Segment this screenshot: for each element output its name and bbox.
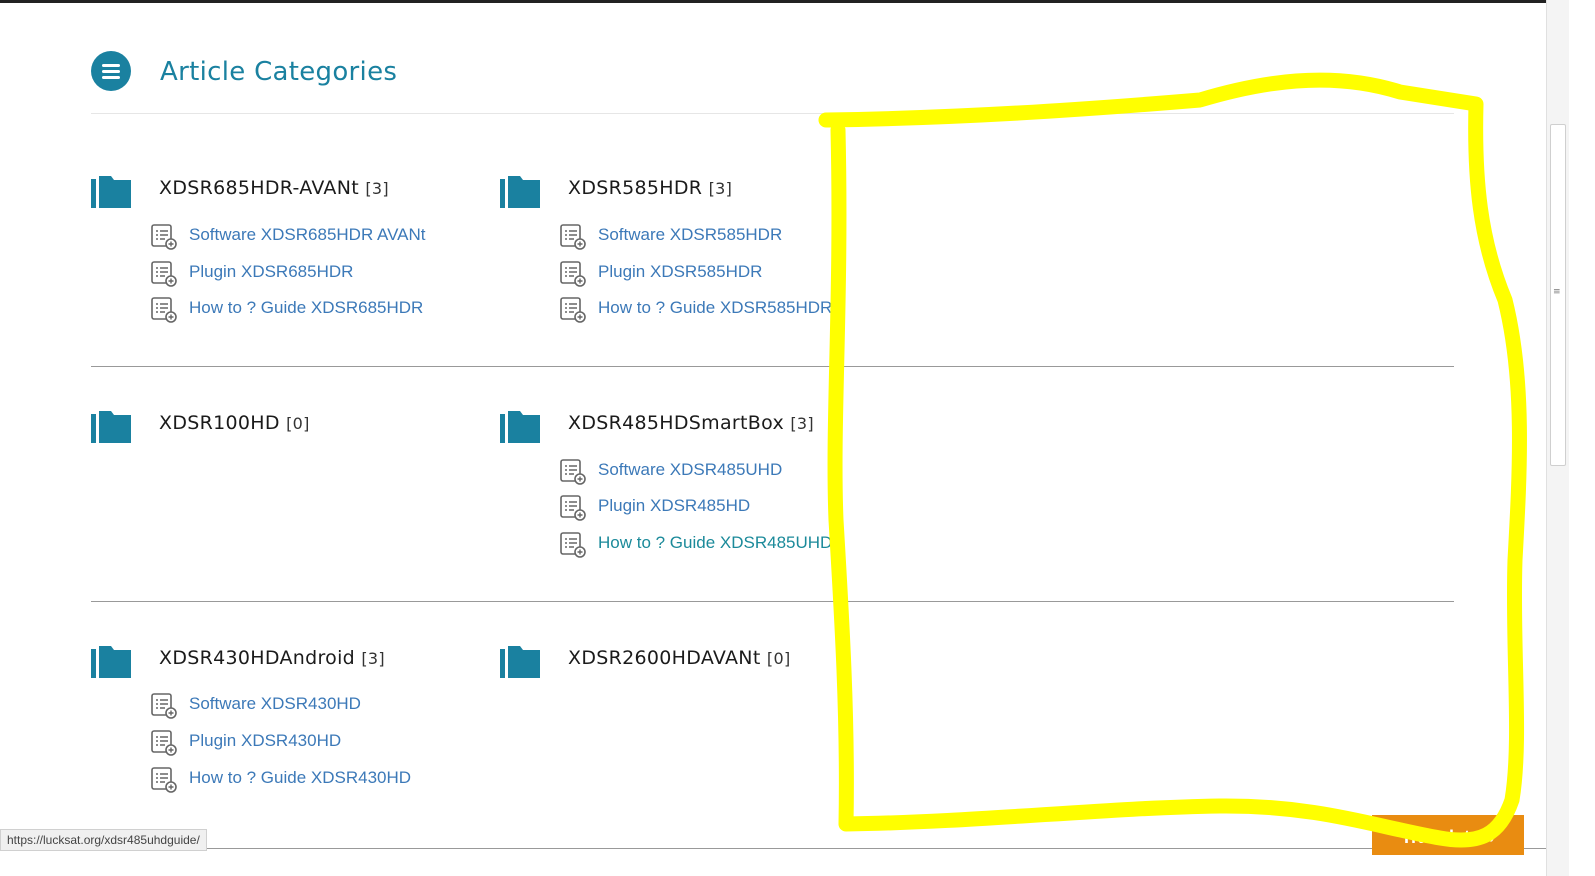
article-link[interactable]: Plugin XDSR585HDR <box>598 262 762 282</box>
article-list-icon <box>560 495 586 521</box>
folder-icon <box>500 176 540 208</box>
folder-icon <box>91 646 131 678</box>
category-title[interactable]: XDSR685HDR-AVANt [3] <box>159 177 389 199</box>
article-link[interactable]: How to ? Guide XDSR685HDR <box>189 298 423 318</box>
article-list-icon <box>151 767 177 793</box>
article-list-icon <box>151 297 177 323</box>
translate-button[interactable]: Translate » <box>1372 815 1524 855</box>
header-divider <box>91 113 1454 114</box>
bottom-divider <box>0 848 1546 849</box>
category-title[interactable]: XDSR585HDR [3] <box>568 177 732 199</box>
article-link[interactable]: Software XDSR430HD <box>189 694 361 714</box>
article-list-icon <box>560 261 586 287</box>
top-border <box>0 0 1546 3</box>
article-link[interactable]: How to ? Guide XDSR485UHD <box>598 533 832 553</box>
article-link[interactable]: How to ? Guide XDSR430HD <box>189 768 411 788</box>
folder-icon <box>91 176 131 208</box>
article-list-icon <box>151 730 177 756</box>
row-divider <box>91 366 1454 367</box>
article-link[interactable]: How to ? Guide XDSR585HDR <box>598 298 832 318</box>
article-list-icon <box>560 297 586 323</box>
folder-icon <box>500 646 540 678</box>
category-title[interactable]: XDSR2600HDAVANt [0] <box>568 647 791 669</box>
grip-icon: ≡ <box>1553 287 1561 297</box>
article-list-icon <box>151 224 177 250</box>
article-link[interactable]: Software XDSR685HDR AVANt <box>189 225 426 245</box>
status-url: https://lucksat.org/xdsr485uhdguide/ <box>0 829 207 851</box>
article-list-icon <box>560 459 586 485</box>
article-link[interactable]: Plugin XDSR485HD <box>598 496 750 516</box>
page-title: Article Categories <box>160 57 398 87</box>
article-link[interactable]: Plugin XDSR685HDR <box>189 262 353 282</box>
category-title[interactable]: XDSR430HDAndroid [3] <box>159 647 385 669</box>
article-link[interactable]: Plugin XDSR430HD <box>189 731 341 751</box>
article-list-icon <box>560 224 586 250</box>
menu-icon <box>91 51 131 91</box>
article-list-icon <box>151 261 177 287</box>
folder-icon <box>500 411 540 443</box>
article-link[interactable]: Software XDSR485UHD <box>598 460 782 480</box>
article-link[interactable]: Software XDSR585HDR <box>598 225 782 245</box>
article-list-icon <box>560 532 586 558</box>
row-divider <box>91 601 1454 602</box>
category-title[interactable]: XDSR485HDSmartBox [3] <box>568 412 814 434</box>
folder-icon <box>91 411 131 443</box>
window-edge <box>1569 0 1595 876</box>
article-list-icon <box>151 693 177 719</box>
category-title[interactable]: XDSR100HD [0] <box>159 412 310 434</box>
